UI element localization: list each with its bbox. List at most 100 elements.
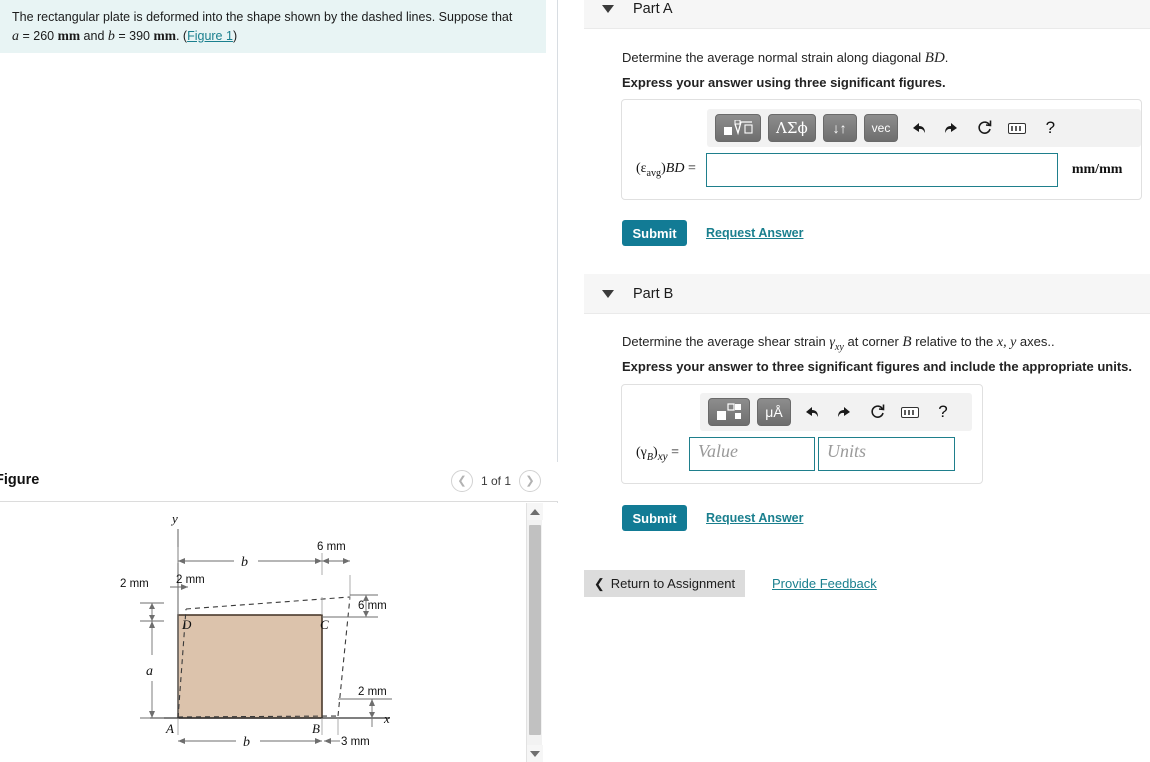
axis-y-label: y xyxy=(170,511,178,526)
figure-prev-button[interactable]: ❮ xyxy=(450,470,473,492)
part-a-instruction: Express your answer using three signific… xyxy=(622,75,946,90)
keyboard-icon xyxy=(901,406,919,418)
part-b-prompt-mid: at corner xyxy=(843,334,903,349)
caret-down-icon[interactable] xyxy=(602,289,614,298)
mastering-physics-problem-page: The rectangular plate is deformed into t… xyxy=(0,0,1150,762)
part-b-prompt-text: Determine the average shear strain xyxy=(622,334,830,349)
part-b-request-answer-link[interactable]: Request Answer xyxy=(706,511,803,525)
part-b-submit-button[interactable]: Submit xyxy=(622,505,687,531)
part-b-value-input[interactable] xyxy=(689,437,816,471)
part-b-math-toolbar: μÅ ? xyxy=(700,393,972,431)
scroll-down-button[interactable] xyxy=(527,745,543,762)
part-a-answer-label: (εavg)BD = xyxy=(636,161,696,179)
figure-next-button[interactable]: ❯ xyxy=(519,470,541,492)
keyboard-icon xyxy=(1008,122,1027,134)
plate-deformation-diagram: b 6 mm 2 mm 2 mm 6 mm a 2 mm b 3 mm y x … xyxy=(0,503,525,762)
figure-1-link[interactable]: Figure 1 xyxy=(187,29,233,43)
part-b-prompt-end: axes.. xyxy=(1016,334,1055,349)
part-b-units-input[interactable] xyxy=(818,437,956,471)
units-button[interactable]: μÅ xyxy=(757,398,791,426)
undo-button[interactable] xyxy=(905,115,931,141)
part-b-prompt-mid2: relative to the xyxy=(911,334,997,349)
caret-down-icon[interactable] xyxy=(602,4,614,13)
part-a-header[interactable]: Part A xyxy=(584,0,1150,29)
part-a-title: Part A xyxy=(633,0,673,17)
sort-arrows-button[interactable]: ↓↑ xyxy=(822,114,857,142)
figure-panel-header: Figure ❮ 1 of 1 ❯ xyxy=(0,462,558,502)
help-button[interactable]: ? xyxy=(930,399,956,425)
part-a-submit-button[interactable]: Submit xyxy=(622,220,687,246)
dim-6mm-right-label: 6 mm xyxy=(358,600,387,612)
vertex-c-label: C xyxy=(320,617,329,632)
part-b-header[interactable]: Part B xyxy=(584,274,1150,314)
reset-button[interactable] xyxy=(864,399,890,425)
chevron-left-icon: ❮ xyxy=(593,575,605,591)
dim-b-bottom-label: b xyxy=(243,735,250,750)
scrollbar-thumb[interactable] xyxy=(529,525,541,735)
figure-vertical-scrollbar[interactable] xyxy=(526,503,543,762)
b-value: = 390 xyxy=(114,29,154,43)
part-a-answer-input[interactable] xyxy=(705,153,1058,187)
provide-feedback-link[interactable]: Provide Feedback xyxy=(772,576,877,591)
part-a-math-toolbar: ΛΣϕ ↓↑ vec ? xyxy=(707,109,1141,147)
dim-2mm-right-label: 2 mm xyxy=(358,686,387,698)
sentence-end: . ( xyxy=(175,29,188,43)
question-line-1: The rectangular plate is deformed into t… xyxy=(12,10,513,24)
vertex-d-label: D xyxy=(181,617,192,632)
part-b-answer-row: (γB)xy = xyxy=(622,431,982,483)
part-a-answer-row: (εavg)BD = mm/mm xyxy=(622,147,1141,199)
part-a-prompt-math: BD xyxy=(924,50,945,66)
template-math-button[interactable] xyxy=(708,398,750,426)
dim-b-top-label: b xyxy=(241,555,248,570)
template-math-button[interactable] xyxy=(715,114,761,142)
dim-6mm-top-label: 6 mm xyxy=(317,541,346,553)
question-statement: The rectangular plate is deformed into t… xyxy=(0,0,546,53)
part-b-corner: B xyxy=(902,334,912,350)
reset-button[interactable] xyxy=(971,115,997,141)
part-a-prompt-end: . xyxy=(944,50,949,65)
variable-a: a xyxy=(12,29,19,44)
figure-panel-title: Figure xyxy=(0,472,40,488)
a-unit: mm xyxy=(57,28,81,43)
dim-2mm-top-label: 2 mm xyxy=(176,574,205,586)
greek-symbols-button[interactable]: ΛΣϕ xyxy=(768,114,816,142)
part-b-gamma: γxy xyxy=(829,335,844,353)
variable-b: b xyxy=(107,29,115,44)
redo-button[interactable] xyxy=(938,115,964,141)
part-a-answer-box: ΛΣϕ ↓↑ vec ? (εavg)BD = mm/mm xyxy=(621,99,1142,200)
triangle-up-icon xyxy=(530,508,540,515)
conjunction: and xyxy=(80,29,108,43)
dim-3mm-bottom-label: 3 mm xyxy=(341,736,370,748)
return-to-assignment-button[interactable]: ❮ Return to Assignment xyxy=(584,570,745,597)
part-b-prompt: Determine the average shear strain γxy a… xyxy=(622,334,1055,353)
right-panel: Part A Determine the average normal stra… xyxy=(559,0,1150,762)
part-b-answer-label: (γB)xy = xyxy=(636,445,680,463)
paren-close: ) xyxy=(232,29,238,43)
keyboard-button[interactable] xyxy=(897,399,923,425)
keyboard-button[interactable] xyxy=(1004,115,1030,141)
vertex-b-label: B xyxy=(312,721,320,736)
part-a-request-answer-link[interactable]: Request Answer xyxy=(706,226,803,240)
redo-button[interactable] xyxy=(831,399,857,425)
vector-button[interactable]: vec xyxy=(863,114,899,142)
part-b-answer-box: μÅ ? (γB)xy = xyxy=(621,384,983,484)
figure-page-label: 1 of 1 xyxy=(480,474,511,488)
dim-2mm-left-label: 2 mm xyxy=(120,578,149,590)
b-unit: mm xyxy=(153,28,176,43)
return-to-assignment-label: Return to Assignment xyxy=(610,576,736,591)
part-b-axes: x, y xyxy=(996,335,1017,350)
figure-panel-body: b 6 mm 2 mm 2 mm 6 mm a 2 mm b 3 mm y x … xyxy=(0,503,558,762)
undo-button[interactable] xyxy=(798,399,824,425)
axis-x-label: x xyxy=(383,711,390,726)
part-a-unit-label: mm/mm xyxy=(1071,162,1123,177)
help-button[interactable]: ? xyxy=(1037,115,1063,141)
part-b-instruction: Express your answer to three significant… xyxy=(622,359,1132,374)
scroll-up-button[interactable] xyxy=(527,503,543,520)
left-panel: The rectangular plate is deformed into t… xyxy=(0,0,558,762)
vertex-a-label: A xyxy=(165,721,174,736)
dim-a-label: a xyxy=(146,664,153,679)
triangle-down-icon xyxy=(530,750,540,757)
question-line-2: a = 260 mm and b = 390 mm. (Figure 1) xyxy=(12,27,534,45)
part-b-title: Part B xyxy=(633,285,674,302)
part-a-prompt: Determine the average normal strain alon… xyxy=(622,50,948,67)
